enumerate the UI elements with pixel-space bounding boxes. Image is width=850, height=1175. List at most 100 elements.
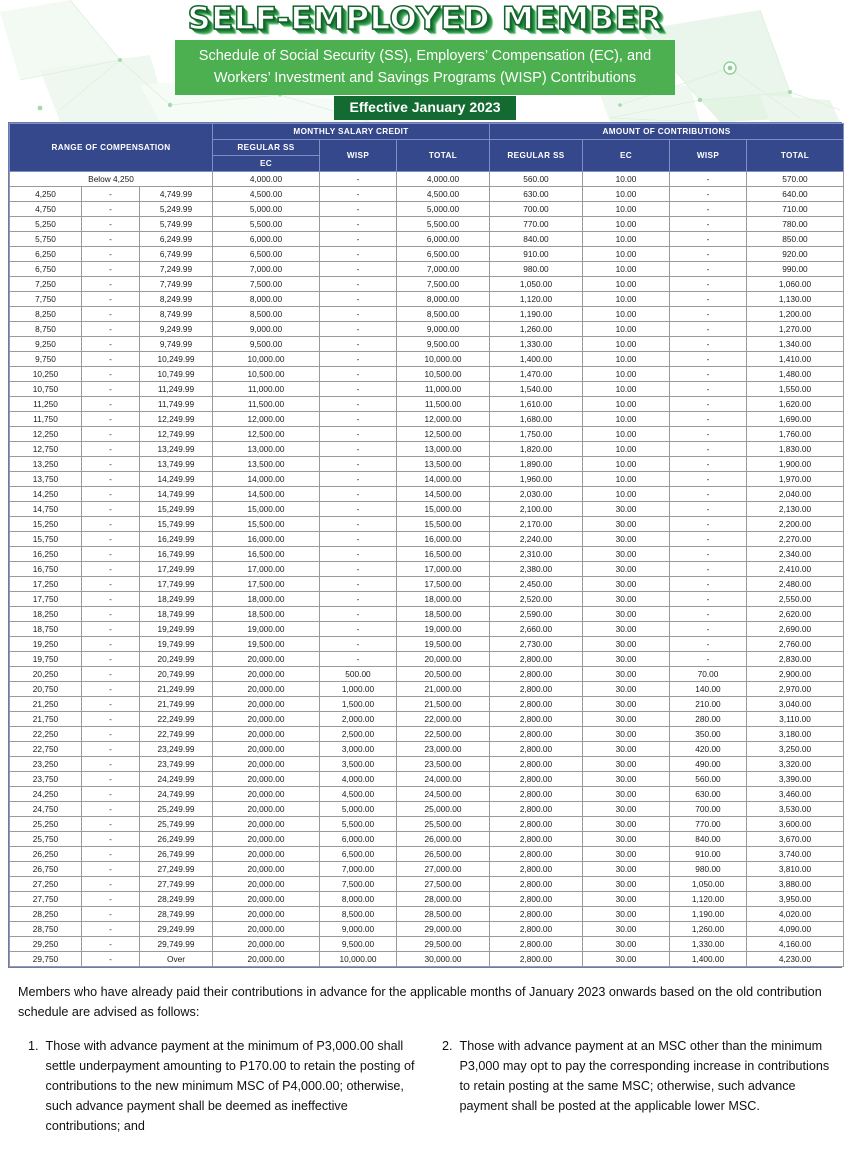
header-msc-regular-ss: REGULAR SS bbox=[212, 139, 320, 156]
cell-contrib-regular-ss: 1,470.00 bbox=[489, 366, 583, 382]
cell-range-high: 18,749.99 bbox=[139, 606, 213, 622]
cell-contrib-total: 1,270.00 bbox=[746, 321, 844, 337]
cell-msc-total: 14,000.00 bbox=[396, 471, 490, 487]
cell-msc-total: 12,500.00 bbox=[396, 426, 490, 442]
cell-msc-regular-ss: 20,000.00 bbox=[212, 936, 320, 952]
cell-msc-wisp: 2,000.00 bbox=[319, 711, 397, 727]
header-con-total: TOTAL bbox=[746, 139, 844, 172]
table-row: 16,250-16,749.99 16,500.00-16,500.00 2,310… bbox=[9, 546, 844, 562]
cell-contrib-regular-ss: 1,890.00 bbox=[489, 456, 583, 472]
cell-range-low: 22,750 bbox=[9, 741, 82, 757]
cell-contrib-wisp: 210.00 bbox=[669, 696, 747, 712]
cell-range-low: 29,250 bbox=[9, 936, 82, 952]
cell-range-dash: - bbox=[81, 396, 140, 412]
cell-range-high: 9,249.99 bbox=[139, 321, 213, 337]
cell-contrib-total: 3,810.00 bbox=[746, 861, 844, 877]
cell-contrib-total: 1,620.00 bbox=[746, 396, 844, 412]
cell-contrib-ec: 30.00 bbox=[582, 666, 670, 682]
cell-msc-wisp: - bbox=[319, 261, 397, 277]
cell-contrib-total: 780.00 bbox=[746, 216, 844, 232]
cell-range-high: 23,749.99 bbox=[139, 756, 213, 772]
cell-contrib-wisp: - bbox=[669, 531, 747, 547]
cell-msc-wisp: 3,500.00 bbox=[319, 756, 397, 772]
cell-contrib-wisp: - bbox=[669, 216, 747, 232]
cell-contrib-total: 3,390.00 bbox=[746, 771, 844, 787]
cell-msc-regular-ss: 20,000.00 bbox=[212, 786, 320, 802]
cell-range-high: 12,249.99 bbox=[139, 411, 213, 427]
cell-msc-total: 18,500.00 bbox=[396, 606, 490, 622]
cell-contrib-total: 3,670.00 bbox=[746, 831, 844, 847]
table-row: 22,250-22,749.99 20,000.00 2,500.00 22,500.… bbox=[9, 726, 844, 742]
cell-range-high: 27,249.99 bbox=[139, 861, 213, 877]
cell-msc-total: 9,500.00 bbox=[396, 336, 490, 352]
cell-msc-total: 25,500.00 bbox=[396, 816, 490, 832]
cell-msc-regular-ss: 9,500.00 bbox=[212, 336, 320, 352]
cell-msc-total: 29,500.00 bbox=[396, 936, 490, 952]
cell-msc-total: 20,000.00 bbox=[396, 651, 490, 667]
cell-contrib-wisp: - bbox=[669, 231, 747, 247]
table-row: 6,750-7,249.99 7,000.00-7,000.00 980.00 10.… bbox=[9, 261, 844, 277]
cell-msc-wisp: 4,000.00 bbox=[319, 771, 397, 787]
cell-msc-regular-ss: 10,000.00 bbox=[212, 351, 320, 367]
cell-contrib-regular-ss: 980.00 bbox=[489, 261, 583, 277]
cell-range-dash: - bbox=[81, 861, 140, 877]
cell-range-dash: - bbox=[81, 306, 140, 322]
cell-msc-regular-ss: 19,500.00 bbox=[212, 636, 320, 652]
cell-contrib-ec: 30.00 bbox=[582, 951, 670, 967]
cell-msc-wisp: - bbox=[319, 216, 397, 232]
cell-msc-total: 29,000.00 bbox=[396, 921, 490, 937]
cell-range-high: 6,249.99 bbox=[139, 231, 213, 247]
cell-range-high: 5,249.99 bbox=[139, 201, 213, 217]
cell-msc-wisp: - bbox=[319, 411, 397, 427]
cell-contrib-regular-ss: 2,800.00 bbox=[489, 936, 583, 952]
cell-msc-regular-ss: 8,000.00 bbox=[212, 291, 320, 307]
cell-msc-regular-ss: 20,000.00 bbox=[212, 831, 320, 847]
cell-range-high: 28,749.99 bbox=[139, 906, 213, 922]
footer-note-2-number: 2. bbox=[442, 1039, 453, 1053]
cell-contrib-ec: 30.00 bbox=[582, 516, 670, 532]
table-row: 19,750-20,249.99 20,000.00-20,000.00 2,800… bbox=[9, 651, 844, 667]
cell-msc-regular-ss: 14,000.00 bbox=[212, 471, 320, 487]
cell-msc-regular-ss: 20,000.00 bbox=[212, 756, 320, 772]
cell-contrib-wisp: - bbox=[669, 321, 747, 337]
table-row: 28,250-28,749.99 20,000.00 8,500.00 28,500.… bbox=[9, 906, 844, 922]
cell-contrib-total: 640.00 bbox=[746, 186, 844, 202]
cell-msc-total: 6,500.00 bbox=[396, 246, 490, 262]
cell-contrib-ec: 10.00 bbox=[582, 171, 670, 187]
cell-range-high: 7,749.99 bbox=[139, 276, 213, 292]
footer-note-1: 1. Those with advance payment at the min… bbox=[18, 1036, 418, 1136]
cell-msc-total: 19,500.00 bbox=[396, 636, 490, 652]
cell-range-low: 14,250 bbox=[9, 486, 82, 502]
table-row: 17,250-17,749.99 17,500.00-17,500.00 2,450… bbox=[9, 576, 844, 592]
cell-contrib-ec: 10.00 bbox=[582, 186, 670, 202]
cell-msc-wisp: - bbox=[319, 441, 397, 457]
cell-msc-total: 27,500.00 bbox=[396, 876, 490, 892]
cell-contrib-wisp: - bbox=[669, 591, 747, 607]
cell-contrib-wisp: 420.00 bbox=[669, 741, 747, 757]
cell-range-high: 10,249.99 bbox=[139, 351, 213, 367]
cell-msc-regular-ss: 16,000.00 bbox=[212, 531, 320, 547]
cell-contrib-regular-ss: 1,960.00 bbox=[489, 471, 583, 487]
cell-range-low: 23,750 bbox=[9, 771, 82, 787]
cell-range-dash: - bbox=[81, 636, 140, 652]
cell-contrib-wisp: 700.00 bbox=[669, 801, 747, 817]
cell-range-low: 24,750 bbox=[9, 801, 82, 817]
footer-note-1-number: 1. bbox=[28, 1039, 39, 1053]
cell-contrib-wisp: 910.00 bbox=[669, 846, 747, 862]
footer-notes: Members who have already paid their cont… bbox=[0, 968, 850, 1136]
cell-contrib-ec: 10.00 bbox=[582, 441, 670, 457]
cell-range-dash: - bbox=[81, 231, 140, 247]
cell-msc-total: 17,000.00 bbox=[396, 561, 490, 577]
cell-contrib-regular-ss: 1,750.00 bbox=[489, 426, 583, 442]
table-row: 10,250-10,749.99 10,500.00-10,500.00 1,470… bbox=[9, 366, 844, 382]
contribution-table-container: RANGE OF COMPENSATION MONTHLY SALARY CRE… bbox=[0, 122, 850, 968]
table-row: 27,250-27,749.99 20,000.00 7,500.00 27,500.… bbox=[9, 876, 844, 892]
cell-msc-total: 6,000.00 bbox=[396, 231, 490, 247]
cell-range-low: 12,750 bbox=[9, 441, 82, 457]
cell-range-dash: - bbox=[81, 291, 140, 307]
cell-contrib-wisp: - bbox=[669, 306, 747, 322]
cell-msc-total: 12,000.00 bbox=[396, 411, 490, 427]
cell-range-dash: - bbox=[81, 201, 140, 217]
cell-range-low: 26,750 bbox=[9, 861, 82, 877]
cell-msc-regular-ss: 20,000.00 bbox=[212, 906, 320, 922]
